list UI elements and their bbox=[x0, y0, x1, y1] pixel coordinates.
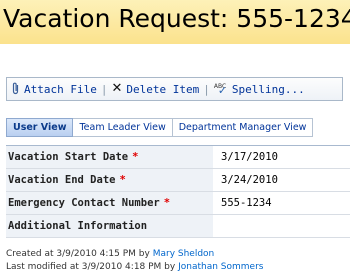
form-row-emergency-contact: Emergency Contact Number * 555-1234 bbox=[6, 192, 350, 215]
spell-check-icon: ABC ✓ bbox=[213, 83, 228, 97]
start-date-label: Vacation Start Date bbox=[8, 151, 129, 163]
page-title: Vacation Request: 555-1234 bbox=[3, 4, 350, 33]
end-date-label: Vacation End Date bbox=[8, 174, 116, 186]
view-tabs: User View Team Leader View Department Ma… bbox=[6, 118, 314, 137]
created-by-link[interactable]: Mary Sheldon bbox=[153, 249, 215, 259]
attach-file-button[interactable]: Attach File bbox=[11, 82, 97, 97]
created-text: Created at 3/9/2010 4:15 PM by bbox=[6, 249, 150, 259]
tab-team-leader-view[interactable]: Team Leader View bbox=[73, 118, 173, 137]
modified-line: Last modified at 3/9/2010 4:18 PM by Jon… bbox=[6, 261, 263, 274]
item-metadata: Created at 3/9/2010 4:15 PM by Mary Shel… bbox=[6, 248, 263, 274]
additional-info-label: Additional Information bbox=[8, 220, 148, 232]
emergency-contact-value: 555-1234 bbox=[213, 192, 350, 214]
tab-user-view[interactable]: User View bbox=[6, 118, 74, 137]
toolbar-separator: | bbox=[100, 82, 108, 96]
form-row-start-date: Vacation Start Date * 3/17/2010 bbox=[6, 146, 350, 169]
modified-text: Last modified at 3/9/2010 4:18 PM by bbox=[6, 262, 176, 272]
toolbar: Attach File | ✕ Delete Item | ABC ✓ Spell… bbox=[6, 77, 343, 101]
title-bar: Vacation Request: 555-1234 bbox=[0, 0, 350, 44]
delete-item-button[interactable]: ✕ Delete Item bbox=[111, 81, 200, 96]
form-row-additional-info: Additional Information bbox=[6, 215, 350, 238]
spelling-button[interactable]: ABC ✓ Spelling... bbox=[213, 82, 305, 97]
field-label: Emergency Contact Number * bbox=[6, 192, 213, 214]
created-line: Created at 3/9/2010 4:15 PM by Mary Shel… bbox=[6, 248, 263, 261]
spelling-label: Spelling... bbox=[231, 82, 305, 96]
emergency-contact-label: Emergency Contact Number bbox=[8, 197, 160, 209]
additional-info-value bbox=[213, 215, 350, 237]
attach-file-label: Attach File bbox=[24, 82, 97, 96]
toolbar-separator: | bbox=[203, 82, 210, 96]
delete-x-icon: ✕ bbox=[111, 81, 123, 96]
required-marker: * bbox=[163, 197, 171, 209]
form-row-end-date: Vacation End Date * 3/24/2010 bbox=[6, 169, 350, 192]
modified-by-link[interactable]: Jonathan Sommers bbox=[178, 262, 263, 272]
required-marker: * bbox=[119, 174, 126, 186]
start-date-value: 3/17/2010 bbox=[213, 146, 350, 168]
field-label: Vacation Start Date * bbox=[6, 146, 213, 168]
field-label: Vacation End Date * bbox=[6, 169, 213, 191]
delete-item-label: Delete Item bbox=[126, 82, 200, 96]
required-marker: * bbox=[132, 151, 139, 163]
tab-department-manager-view[interactable]: Department Manager View bbox=[172, 118, 314, 137]
paperclip-icon bbox=[11, 82, 20, 97]
field-label: Additional Information bbox=[6, 215, 213, 237]
end-date-value: 3/24/2010 bbox=[213, 169, 350, 191]
form-table: Vacation Start Date * 3/17/2010 Vacation… bbox=[6, 145, 350, 238]
